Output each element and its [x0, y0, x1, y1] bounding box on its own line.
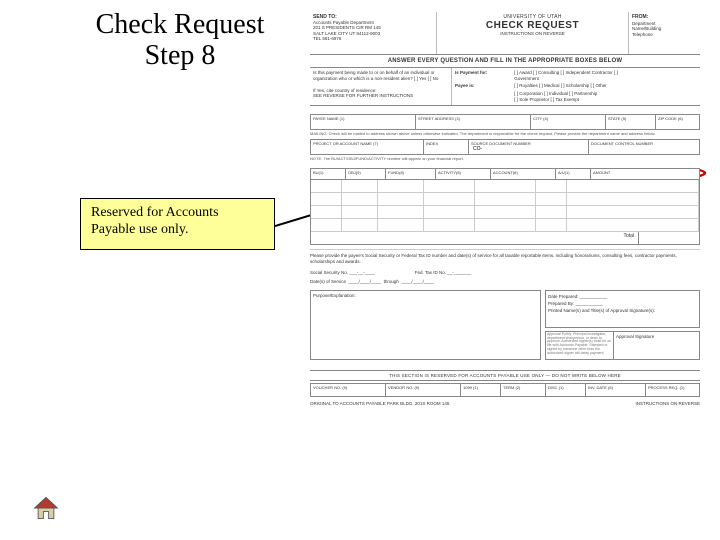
grid-row [311, 219, 699, 232]
account-grid: BU(1) OBJ(9) FUND(8) ACTIVITY(8) ACCOUNT… [310, 168, 700, 245]
payee-is-options: [ ] Corporation [ ] Individual [ ] Partn… [514, 91, 624, 104]
question-row-1: Is this payment being made to or on beha… [310, 68, 700, 106]
note-blurb: NOTE: The BU/ACT/OBJ/FUND/ACTIVITY numbe… [310, 155, 700, 164]
from-body: Department Name/Building Telephone [632, 21, 697, 39]
grid-row [311, 193, 699, 206]
title-line1: Check Request [96, 9, 265, 40]
reserved-banner: THIS SECTION IS RESERVED FOR ACCOUNTS PA… [310, 370, 700, 381]
v-invdate: INV. DATE (6) [586, 384, 646, 396]
home-icon[interactable] [32, 494, 60, 522]
col-street: STREET ADDRESS (3) [416, 115, 531, 129]
lower-block: Purpose/Explanation: Date Prepared: ____… [310, 290, 700, 360]
form-header: SEND TO: Accounts Payable Department 201… [310, 12, 700, 55]
gh-obj: OBJ(9) [346, 169, 386, 179]
col-source-doc: SOURCE DOCUMENT NUMBER CO- [469, 140, 589, 154]
fedtax-label: Fed. Tax ID No. [415, 270, 446, 275]
from-block: FROM: Department Name/Building Telephone [628, 12, 700, 54]
purpose-box: Purpose/Explanation: [310, 290, 541, 360]
callout-box: Reserved for Accounts Payable use only. [80, 198, 275, 250]
form-title-block: UNIVERSITY OF UTAH CHECK REQUEST INSTRUC… [437, 12, 628, 54]
slide-title: Check Request Step 8 [70, 10, 290, 72]
col-payee-name: PAYEE NAME (1) [311, 115, 416, 129]
approval-signature-label: Approval Signature [616, 334, 654, 339]
dos-label: Date(s) of Service [310, 279, 346, 284]
check-request-form: SEND TO: Accounts Payable Department 201… [310, 12, 700, 522]
footer-right: INSTRUCTIONS ON REVERSE [635, 401, 700, 406]
instruction-banner: ANSWER EVERY QUESTION AND FILL IN THE AP… [310, 55, 700, 68]
gh-bu: BU(1) [311, 169, 346, 179]
grid-total-row: Total [311, 232, 699, 244]
gh-fund: FUND(8) [386, 169, 436, 179]
total-amount [638, 232, 699, 244]
approval-policy: Approval Policy: Principal investigator,… [545, 331, 614, 360]
v-term: TERM (2) [501, 384, 546, 396]
col-state: STATE (5) [606, 115, 656, 129]
payment-for-label: Is Payment for: [455, 70, 488, 75]
footer-left: ORIGINAL TO ACCOUNTS PAYABLE PARK BLDG. … [310, 401, 449, 406]
v-voucher: VOUCHER NO. (9) [311, 384, 386, 396]
col-doc-control: DOCUMENT CONTROL NUMBER [589, 140, 699, 154]
v-1099: 1099 (1) [461, 384, 501, 396]
form-subtitle: INSTRUCTIONS ON REVERSE [439, 31, 626, 36]
form-title: CHECK REQUEST [439, 20, 626, 31]
source-doc-value: CO- [473, 146, 482, 152]
col-zip: ZIP CODE (6) [656, 115, 699, 129]
prepared-by-label: Prepared By: [548, 301, 574, 306]
signature-block: Date Prepared: ___________ Prepared By: … [545, 290, 700, 360]
payment-for-block: Is Payment for: Payee is: [ ] Award [ ] … [452, 68, 700, 105]
send-to-body: Accounts Payable Department 201 S PRESID… [313, 20, 433, 42]
title-line2: Step 8 [145, 40, 216, 71]
address-row: PAYEE NAME (1) STREET ADDRESS (3) CITY (… [310, 114, 700, 130]
send-to-block: SEND TO: Accounts Payable Department 201… [310, 12, 437, 54]
gh-au: A/U(1) [556, 169, 591, 179]
date-prepared-label: Date Prepared: [548, 294, 579, 299]
ssn-label: Social Security No. [310, 270, 348, 275]
payee-is-label: Payee is: [455, 83, 475, 88]
from-label: FROM: [632, 14, 648, 20]
col-index: INDEX [424, 140, 469, 154]
dos-through: through [384, 279, 399, 284]
nonresident-question: Is this payment being made to or on beha… [310, 68, 452, 105]
total-label: Total [311, 232, 638, 244]
ssn-row: Social Security No. ___-__-____ Fed. Tax… [310, 268, 700, 277]
v-vendor: VENDOR NO. (9) [386, 384, 461, 396]
tax-note: Please provide the payee's Social Securi… [310, 249, 700, 268]
gh-activity: ACTIVITY(8) [436, 169, 491, 179]
approval-signature-box: Approval Signature [614, 331, 700, 360]
gh-amount: AMOUNT [591, 169, 699, 179]
payment-for-options: [ ] Award [ ] Consulting [ ] Independent… [514, 70, 624, 89]
v-disc: DISC (1) [546, 384, 586, 396]
grid-header: BU(1) OBJ(9) FUND(8) ACTIVITY(8) ACCOUNT… [311, 169, 699, 180]
col-city: CITY (4) [531, 115, 606, 129]
printed-names-label: Printed Name(s) and Title(s) of Approval… [548, 308, 655, 313]
mailing-blurb: MAILING: Check will be mailed to address… [310, 130, 700, 139]
grid-row [311, 180, 699, 193]
form-footer: ORIGINAL TO ACCOUNTS PAYABLE PARK BLDG. … [310, 401, 700, 406]
col-project: PROJECT OR ACCOUNT NAME (7) [311, 140, 424, 154]
voucher-row: VOUCHER NO. (9) VENDOR NO. (9) 1099 (1) … [310, 383, 700, 397]
callout-text: Reserved for Accounts Payable use only. [91, 205, 219, 237]
dates-of-service: Date(s) of Service ____/____/____ throug… [310, 277, 700, 286]
prepared-box: Date Prepared: ___________ Prepared By: … [545, 290, 700, 328]
purpose-label: Purpose/Explanation: [313, 293, 356, 298]
gh-account: ACCOUNT(8) [491, 169, 556, 179]
grid-row [311, 206, 699, 219]
project-row: PROJECT OR ACCOUNT NAME (7) INDEX SOURCE… [310, 139, 700, 155]
v-process: PROCESS REQ. (1) [646, 384, 699, 396]
